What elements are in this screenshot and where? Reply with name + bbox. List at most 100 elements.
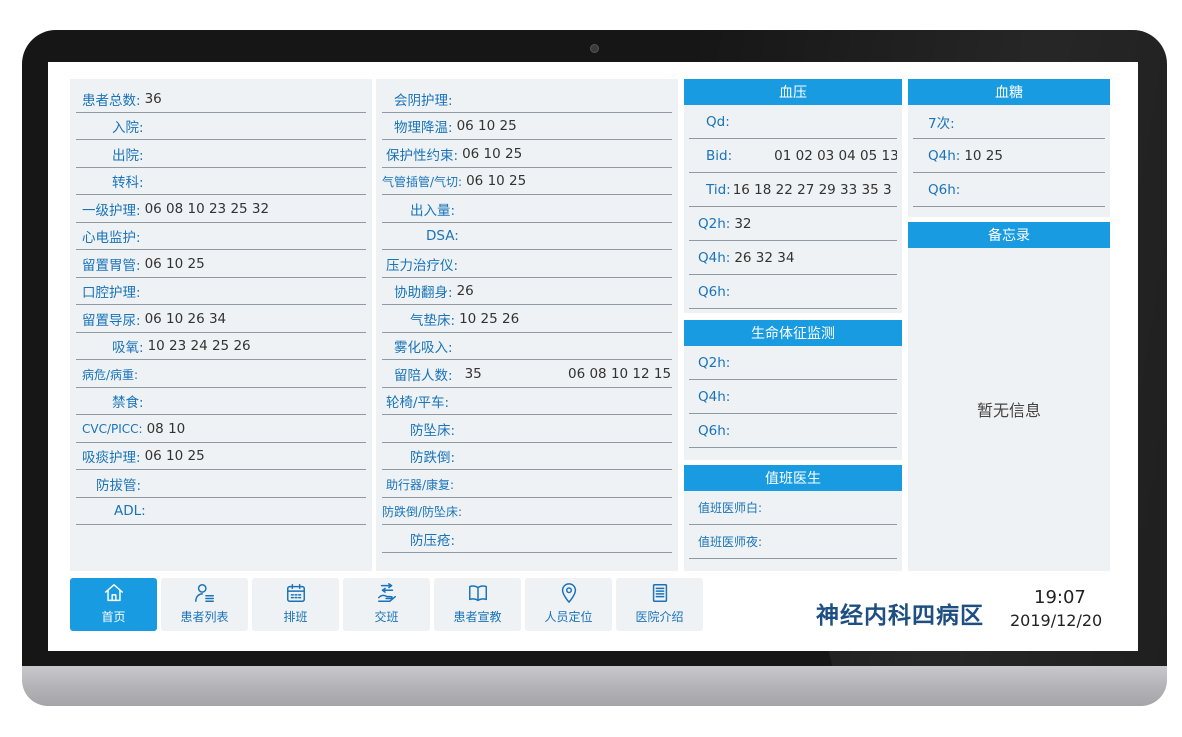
row-label: Q2h: — [698, 215, 731, 232]
row-label: 防坠床: — [410, 423, 456, 439]
nav-label: 人员定位 — [544, 610, 593, 624]
list-item: 气垫床: 10 25 26 — [382, 306, 672, 333]
camera-icon — [590, 44, 599, 53]
row-label: 留陪人数: — [394, 368, 453, 384]
list-item: 患者总数: 36 — [76, 86, 366, 113]
list-item: DSA: — [382, 223, 672, 250]
nav-schedule-button[interactable]: 排班 — [252, 578, 339, 631]
row-label: 值班医师白: — [698, 501, 763, 515]
list-item: 协助翻身: 26 — [382, 278, 672, 305]
row-value: 10 25 26 — [459, 311, 520, 327]
list-item: 吸氧: 10 23 24 25 26 — [76, 333, 366, 360]
row-label: 入院: — [112, 120, 144, 136]
list-item: 防跌倒/防坠床: — [382, 498, 672, 525]
list-item: 留置胃管: 06 10 25 — [76, 251, 366, 278]
row-label: 吸氧: — [112, 340, 144, 356]
list-item: 值班医师白: — [689, 491, 897, 525]
nav-patient-list-button[interactable]: 患者列表 — [161, 578, 248, 631]
list-item: Q6h: — [913, 173, 1105, 207]
row-label: DSA: — [426, 228, 459, 244]
row-value: 01 02 03 04 05 13 — [774, 147, 897, 164]
clock-time: 19:07 — [1034, 587, 1086, 608]
row-label: 出院: — [112, 148, 144, 164]
row-label: Qd: — [706, 113, 730, 130]
row-value: 06 10 26 34 — [144, 311, 227, 327]
list-item: 防跌倒: — [382, 443, 672, 470]
nav-label: 患者宣教 — [453, 610, 502, 624]
doctor-on-duty-panel: 值班医生 值班医师白: 值班医师夜: — [684, 465, 902, 571]
row-label: ADL: — [114, 503, 146, 519]
list-item: 出院: — [76, 141, 366, 168]
row-label: 禁食: — [112, 395, 144, 411]
row-label: 患者总数: — [82, 93, 141, 109]
row-label: 气垫床: — [410, 313, 456, 329]
row-label: 保护性约束: — [386, 148, 459, 164]
list-item: 助行器/康复: — [382, 471, 672, 498]
list-item: 出入量: — [382, 196, 672, 223]
nursing-panel-left: 患者总数: 36 入院: 出院: 转科: 一级护理: 06 08 10 23 25 … — [70, 79, 372, 571]
row-label: 7次: — [928, 115, 955, 132]
list-item: Q2h: — [689, 346, 897, 380]
nav-hospital-intro-button[interactable]: 医院介绍 — [616, 578, 703, 631]
row-label: 气管插管/气切: — [382, 174, 463, 189]
list-item: 气管插管/气切: 06 10 25 — [382, 168, 672, 195]
list-item: Q4h: — [689, 380, 897, 414]
list-item: Q4h: 26 32 34 — [689, 241, 897, 275]
row-value: 06 10 25 — [144, 448, 205, 464]
row-value-secondary: 06 08 10 12 15 — [568, 366, 672, 382]
row-label: 会阴护理: — [394, 93, 453, 109]
row-label: 转科: — [112, 175, 144, 191]
row-value: 26 32 34 — [734, 249, 795, 266]
panel-header: 生命体征监测 — [684, 320, 902, 346]
row-label: 一级护理: — [82, 203, 141, 219]
list-item: Tid: 16 18 22 27 29 33 35 3 — [689, 173, 897, 207]
row-value: 36 — [144, 91, 162, 107]
nav-handover-button[interactable]: 交班 — [343, 578, 430, 631]
panel-header: 备忘录 — [908, 222, 1110, 248]
calendar-icon — [286, 584, 305, 602]
nav-staff-location-button[interactable]: 人员定位 — [525, 578, 612, 631]
list-item: Q6h: — [689, 414, 897, 448]
row-label: 值班医师夜: — [698, 535, 763, 549]
nav-label: 排班 — [283, 610, 308, 624]
nav-patient-education-button[interactable]: 患者宣教 — [434, 578, 521, 631]
list-item: 7次: — [913, 105, 1105, 139]
row-value: 06 10 25 — [144, 256, 205, 272]
row-value: 32 — [734, 215, 752, 232]
handover-icon — [377, 583, 396, 602]
row-label: 口腔护理: — [82, 285, 141, 301]
row-label: 轮椅/平车: — [386, 395, 450, 411]
memo-panel: 备忘录 暂无信息 — [908, 222, 1110, 571]
list-item: 雾化吸入: — [382, 333, 672, 360]
nav-label: 医院介绍 — [635, 610, 684, 624]
ward-name: 神经内科四病区 — [816, 603, 984, 629]
list-item: 会阴护理: — [382, 86, 672, 113]
list-item: 防坠床: — [382, 416, 672, 443]
list-item: 转科: — [76, 168, 366, 195]
list-item: 入院: — [76, 113, 366, 140]
row-value: 10 25 — [964, 147, 1003, 164]
list-item: 保护性约束: 06 10 25 — [382, 141, 672, 168]
list-item: 病危/病重: — [76, 361, 366, 388]
location-pin-icon — [561, 583, 576, 603]
blood-pressure-panel: 血压 Qd: Bid: 01 02 03 04 05 13 Tid: 16 18 2… — [684, 79, 902, 313]
list-item: 口腔护理: — [76, 278, 366, 305]
nav-home-button[interactable]: 首页 — [70, 578, 157, 631]
panel-header: 值班医生 — [684, 465, 902, 491]
list-item: Qd: — [689, 105, 897, 139]
list-item: 禁食: — [76, 388, 366, 415]
nav-label: 患者列表 — [180, 610, 229, 624]
list-item: 物理降温: 06 10 25 — [382, 113, 672, 140]
row-label: Q4h: — [698, 249, 731, 266]
row-label: 压力治疗仪: — [386, 258, 459, 274]
row-label: 防拔管: — [96, 478, 142, 494]
row-value: 06 10 25 — [462, 146, 523, 162]
list-item: ADL: — [76, 498, 366, 525]
row-label: CVC/PICC: — [82, 422, 143, 436]
nursing-panel-middle: 会阴护理: 物理降温: 06 10 25 保护性约束: 06 10 25 气管插管/… — [376, 79, 678, 571]
row-label: 物理降温: — [394, 120, 453, 136]
row-value: 26 — [456, 283, 474, 299]
clock-date: 2019/12/20 — [1010, 611, 1103, 630]
list-item: Q2h: 32 — [689, 207, 897, 241]
list-item: Q6h: — [689, 275, 897, 309]
